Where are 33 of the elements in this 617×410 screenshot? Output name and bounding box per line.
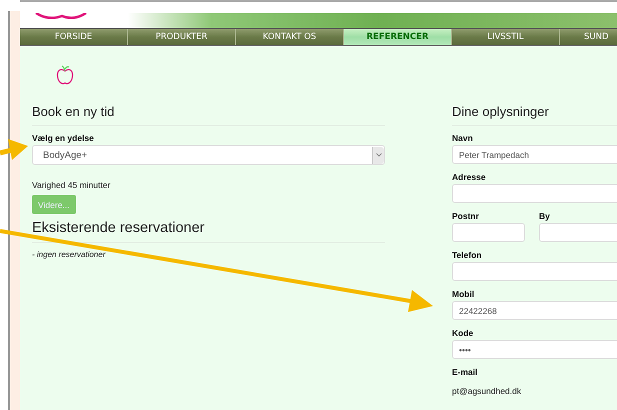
email-text: pt@agsundhed.dk bbox=[452, 386, 522, 396]
section-heading: Dine oplysninger bbox=[452, 104, 550, 119]
field-label: Kode bbox=[452, 328, 474, 338]
apple-icon bbox=[56, 64, 74, 86]
nav-tab[interactable]: KONTAKT OS bbox=[236, 29, 344, 45]
field-label: Telefon bbox=[452, 250, 483, 260]
dropdown-value: BodyAge+ bbox=[43, 150, 88, 160]
nav-tab[interactable]: PRODUKTER bbox=[128, 29, 236, 45]
input-field[interactable]: Peter Trampedach bbox=[452, 145, 617, 164]
logo-arc-icon bbox=[34, 13, 88, 19]
input-field[interactable] bbox=[452, 262, 617, 281]
duration-text: Varighed 45 minutter bbox=[32, 180, 112, 190]
nav-tab[interactable]: FORSIDE bbox=[20, 29, 128, 45]
arrow-drawing bbox=[0, 139, 28, 160]
service-dropdown[interactable]: BodyAge+ bbox=[32, 145, 385, 165]
field-label: E-mail bbox=[452, 367, 479, 377]
field-label: Navn bbox=[452, 133, 474, 143]
section-heading: Book en ny tid bbox=[32, 104, 116, 119]
field-label: By bbox=[539, 211, 551, 221]
field-label: Adresse bbox=[452, 172, 487, 182]
input-field[interactable] bbox=[452, 223, 525, 242]
nav-tab[interactable]: REFERENCER bbox=[344, 29, 452, 45]
nav-tab[interactable]: LIVSSTIL bbox=[452, 29, 560, 45]
empty-reservations-text: - ingen reservationer bbox=[32, 250, 107, 259]
caret-icon[interactable] bbox=[372, 146, 384, 164]
input-field[interactable]: •••• bbox=[452, 340, 617, 359]
section-heading: Eksisterende reservationer bbox=[32, 220, 206, 236]
field-label: Mobil bbox=[452, 289, 476, 299]
input-field[interactable] bbox=[452, 184, 617, 203]
nav-tab[interactable]: SUND bbox=[560, 29, 617, 45]
field-label: Postnr bbox=[452, 211, 480, 221]
input-field[interactable]: 22422268 bbox=[452, 301, 617, 320]
field-label: Vælg en ydelse bbox=[32, 133, 95, 143]
